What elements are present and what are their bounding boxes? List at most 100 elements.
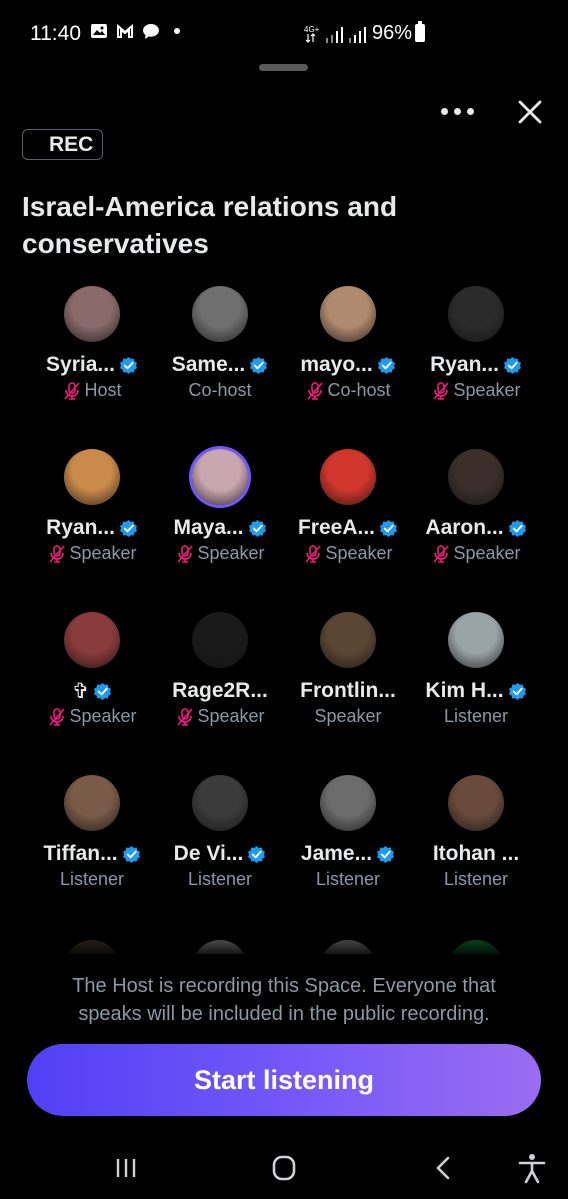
participant[interactable]: Tiffan... Listener bbox=[28, 775, 156, 890]
system-nav-bar bbox=[0, 1136, 568, 1199]
avatar[interactable] bbox=[448, 612, 504, 668]
home-icon[interactable] bbox=[266, 1152, 302, 1184]
participant[interactable]: Jame... Listener bbox=[284, 775, 412, 890]
participant[interactable]: Ryan... Speaker bbox=[28, 449, 156, 564]
svg-text:4G+: 4G+ bbox=[304, 25, 320, 34]
participant[interactable]: De Vi... Listener bbox=[156, 775, 284, 890]
participant-name: De Vi... bbox=[173, 842, 244, 865]
start-listening-button[interactable]: Start listening bbox=[27, 1044, 541, 1116]
accessibility-icon[interactable] bbox=[514, 1152, 550, 1184]
avatar[interactable] bbox=[192, 775, 248, 831]
participant-name-row: Rage2R... bbox=[156, 678, 284, 704]
dot-icon bbox=[174, 28, 180, 34]
participant-role-row: Speaker bbox=[412, 380, 540, 401]
avatar[interactable] bbox=[192, 449, 248, 505]
participant-name-row: Maya... bbox=[156, 515, 284, 541]
verified-badge-icon bbox=[503, 356, 521, 374]
image-icon bbox=[91, 24, 107, 38]
signal-icon-2 bbox=[349, 27, 366, 43]
participant[interactable]: Maya... Speaker bbox=[156, 449, 284, 564]
network-icon: 4G+ bbox=[304, 25, 320, 43]
mic-off-icon bbox=[305, 544, 322, 563]
scroll-fade bbox=[0, 900, 568, 960]
participant-role: Listener bbox=[187, 869, 253, 889]
participant-role: Speaker bbox=[325, 543, 393, 563]
mic-off-icon bbox=[49, 707, 66, 726]
participant-role: Speaker bbox=[453, 380, 521, 400]
verified-badge-icon bbox=[248, 845, 266, 863]
battery-percent: 96% bbox=[372, 22, 413, 44]
participant[interactable]: Aaron... Speaker bbox=[412, 449, 540, 564]
participant-name-row: Frontlin... bbox=[284, 678, 412, 704]
mic-off-icon bbox=[177, 707, 194, 726]
more-dot bbox=[440, 107, 448, 115]
participant-name: Frontlin... bbox=[300, 679, 396, 702]
participant-name-row: ✞ bbox=[28, 678, 156, 704]
back-icon[interactable] bbox=[426, 1152, 462, 1184]
participant[interactable]: Frontlin... Speaker bbox=[284, 612, 412, 727]
avatar[interactable] bbox=[320, 775, 376, 831]
more-options-button[interactable] bbox=[434, 96, 480, 126]
participant-name-row: De Vi... bbox=[156, 841, 284, 867]
avatar[interactable] bbox=[320, 286, 376, 342]
avatar[interactable] bbox=[320, 612, 376, 668]
participant-name: Maya... bbox=[173, 516, 244, 539]
participant-name: Kim H... bbox=[425, 679, 504, 702]
participant-role: Speaker bbox=[197, 706, 265, 726]
participant-role: Speaker bbox=[453, 543, 521, 563]
participant-role-row: Listener bbox=[156, 869, 284, 890]
verified-badge-icon bbox=[119, 519, 137, 537]
participant-name-row: Kim H... bbox=[412, 678, 540, 704]
close-icon[interactable] bbox=[514, 96, 546, 128]
participant-name: Jame... bbox=[300, 842, 373, 865]
signal-icon bbox=[326, 27, 343, 43]
avatar[interactable] bbox=[64, 775, 120, 831]
mic-off-icon bbox=[177, 544, 194, 563]
avatar[interactable] bbox=[320, 449, 376, 505]
participant-name-row: Jame... bbox=[284, 841, 412, 867]
recent-apps-icon[interactable] bbox=[108, 1152, 144, 1184]
participant-role: Speaker bbox=[69, 543, 137, 563]
verified-badge-icon bbox=[377, 845, 395, 863]
participant-name: mayo... bbox=[300, 353, 373, 376]
status-bar: 11:40 4G+ 96% bbox=[0, 0, 568, 70]
participant-role-row: Listener bbox=[412, 869, 540, 890]
avatar[interactable] bbox=[64, 286, 120, 342]
participant-role-row: Co-host bbox=[156, 380, 284, 401]
participant[interactable]: Ryan... Speaker bbox=[412, 286, 540, 401]
participant-name: Same... bbox=[171, 353, 246, 376]
participant[interactable]: Rage2R... Speaker bbox=[156, 612, 284, 727]
verified-badge-icon bbox=[122, 845, 140, 863]
verified-badge-icon bbox=[508, 519, 526, 537]
avatar[interactable] bbox=[192, 286, 248, 342]
mic-off-icon bbox=[433, 381, 450, 400]
rec-badge: REC bbox=[22, 129, 103, 160]
participant-name-row: Aaron... bbox=[412, 515, 540, 541]
participant[interactable]: mayo... Co-host bbox=[284, 286, 412, 401]
participant-role-row: Speaker bbox=[284, 543, 412, 564]
participant-role-row: Speaker bbox=[156, 706, 284, 727]
participant[interactable]: Itohan ... Listener bbox=[412, 775, 540, 890]
mic-off-icon bbox=[307, 381, 324, 400]
participant-role: Speaker bbox=[197, 543, 265, 563]
avatar[interactable] bbox=[448, 449, 504, 505]
verified-badge-icon bbox=[248, 519, 266, 537]
participant[interactable]: Same... Co-host bbox=[156, 286, 284, 401]
participant-name-row: Ryan... bbox=[28, 515, 156, 541]
participant-role-row: Co-host bbox=[284, 380, 412, 401]
participant[interactable]: ✞ Speaker bbox=[28, 612, 156, 727]
participant-name-row: FreeA... bbox=[284, 515, 412, 541]
avatar[interactable] bbox=[448, 286, 504, 342]
participant[interactable]: Kim H... Listener bbox=[412, 612, 540, 727]
notification-icons bbox=[90, 22, 180, 40]
avatar[interactable] bbox=[64, 612, 120, 668]
sheet-grabber[interactable] bbox=[259, 64, 308, 71]
participant[interactable]: Syria... Host bbox=[28, 286, 156, 401]
participant-name: FreeA... bbox=[297, 516, 376, 539]
more-dot bbox=[453, 107, 461, 115]
participant[interactable]: FreeA... Speaker bbox=[284, 449, 412, 564]
avatar[interactable] bbox=[448, 775, 504, 831]
avatar[interactable] bbox=[192, 612, 248, 668]
avatar[interactable] bbox=[64, 449, 120, 505]
participant-name-row: mayo... bbox=[284, 352, 412, 378]
